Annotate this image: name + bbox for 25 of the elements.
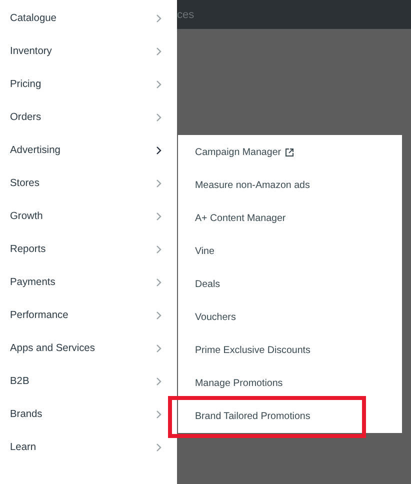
menu-item[interactable]: Performance xyxy=(0,299,177,332)
menu-item[interactable]: Pricing xyxy=(0,68,177,101)
header-text: ces xyxy=(177,8,194,20)
menu-item[interactable]: Brands xyxy=(0,398,177,431)
menu-item[interactable]: Growth xyxy=(0,200,177,233)
submenu-item[interactable]: Measure non-Amazon ads xyxy=(178,169,402,202)
submenu-item[interactable]: A+ Content Manager xyxy=(178,202,402,235)
menu-item[interactable]: Inventory xyxy=(0,35,177,68)
menu-item[interactable]: Reports xyxy=(0,233,177,266)
menu-item[interactable]: Stores xyxy=(0,167,177,200)
menu-item[interactable]: Learn xyxy=(0,431,177,464)
submenu-item[interactable]: Brand Tailored Promotions xyxy=(178,400,402,433)
menu-item[interactable]: Orders xyxy=(0,101,177,134)
submenu-item[interactable]: Campaign Manager xyxy=(178,135,402,169)
menu-item[interactable]: Advertising xyxy=(0,134,177,167)
menu-item[interactable]: B2B xyxy=(0,365,177,398)
submenu-item[interactable]: Deals xyxy=(178,268,402,301)
menu-item[interactable]: Catalogue xyxy=(0,2,177,35)
menu-item[interactable]: Apps and Services xyxy=(0,332,177,365)
external-link-icon xyxy=(285,148,294,156)
submenu-item[interactable]: Prime Exclusive Discounts xyxy=(178,334,402,367)
submenu-item[interactable]: Manage Promotions xyxy=(178,367,402,400)
submenu-item[interactable]: Vouchers xyxy=(178,301,402,334)
submenu-item[interactable]: Vine xyxy=(178,235,402,268)
menu-item[interactable]: Payments xyxy=(0,266,177,299)
